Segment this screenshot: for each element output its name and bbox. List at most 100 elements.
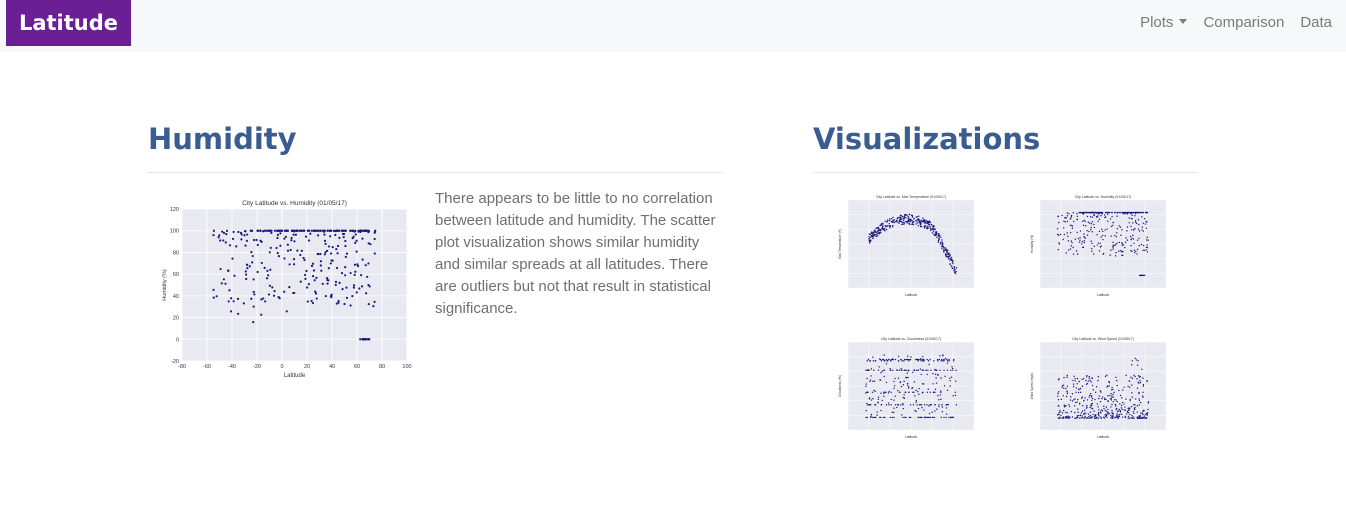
data-point [1086, 229, 1088, 232]
data-point [925, 369, 927, 371]
data-point [296, 249, 299, 252]
data-point [324, 242, 327, 245]
data-point [1067, 415, 1070, 418]
data-point [924, 416, 927, 419]
data-point [1134, 375, 1136, 378]
data-point [1075, 250, 1078, 252]
data-point [866, 402, 868, 405]
data-point [1083, 219, 1085, 222]
data-point [288, 286, 291, 289]
data-point [322, 230, 326, 233]
data-point [1142, 222, 1144, 224]
data-point [1096, 234, 1098, 236]
data-point [944, 248, 946, 250]
data-point [1098, 395, 1100, 397]
humidity-plot[interactable]: City Latitude vs. Humidity (01/05/17) -80… [160, 195, 415, 385]
data-point [1093, 226, 1096, 229]
data-point [1120, 407, 1123, 409]
data-point [1112, 417, 1114, 419]
data-point [265, 277, 269, 280]
data-point [279, 244, 282, 247]
data-point [885, 363, 888, 365]
nav-comparison-link[interactable]: Comparison [1203, 14, 1284, 31]
data-point [1088, 230, 1090, 233]
data-point [942, 247, 945, 249]
data-point [1112, 393, 1114, 396]
data-point [903, 369, 905, 371]
data-point [873, 369, 875, 371]
data-point [1133, 417, 1135, 419]
data-point [222, 239, 225, 242]
data-point [1106, 374, 1108, 377]
data-point [1138, 392, 1140, 395]
thumbnail-cloudiness[interactable]: City Latitude vs. Cloudiness (01/05/17) L… [836, 334, 978, 442]
data-point [1133, 412, 1135, 414]
data-point [345, 296, 349, 299]
data-point [939, 355, 941, 357]
brand-link[interactable]: Latitude [6, 0, 131, 46]
data-point [1130, 213, 1132, 215]
data-point [1115, 407, 1118, 410]
data-point [1118, 250, 1120, 252]
nav-data-link[interactable]: Data [1300, 14, 1332, 31]
data-point [905, 221, 907, 223]
thumbnail-temperature[interactable]: City Latitude vs. Max Temperature (01/05… [836, 192, 978, 300]
data-point [270, 231, 273, 234]
data-point [897, 360, 900, 362]
data-point [946, 389, 949, 391]
data-point [1098, 218, 1101, 221]
data-point [932, 383, 934, 385]
data-point [212, 288, 215, 291]
data-point [224, 282, 227, 285]
data-point [890, 391, 892, 393]
data-point [905, 416, 907, 419]
data-point [1131, 392, 1133, 394]
data-point [904, 358, 906, 361]
data-point [240, 238, 243, 241]
data-point [267, 274, 270, 277]
data-point [1124, 409, 1127, 411]
data-point [869, 379, 872, 381]
humidity-plot-svg: City Latitude vs. Humidity (01/05/17) -80… [162, 200, 412, 379]
data-point [888, 225, 891, 227]
data-point [916, 358, 919, 361]
data-point [1125, 374, 1127, 377]
data-point [906, 358, 909, 361]
data-point [314, 290, 317, 293]
data-point [1086, 215, 1089, 218]
data-point [292, 291, 295, 295]
data-point [918, 219, 920, 222]
data-point [252, 238, 256, 242]
data-point [229, 310, 233, 313]
data-point [947, 249, 949, 251]
nav-plots-dropdown[interactable]: Plots [1140, 14, 1188, 31]
data-point [883, 360, 886, 362]
data-point [1132, 417, 1134, 419]
data-point [1091, 248, 1093, 250]
data-point [1085, 379, 1087, 382]
data-point [949, 380, 951, 382]
data-point [215, 295, 218, 298]
data-point [300, 249, 303, 252]
data-point [249, 229, 253, 232]
data-point [1128, 217, 1130, 219]
data-point [328, 229, 331, 232]
data-point [890, 398, 892, 401]
data-point [1111, 395, 1113, 397]
thumbnail-humidity[interactable]: City Latitude vs. Humidity (01/05/17) Lat… [1028, 192, 1170, 300]
thumbnail-wind-speed[interactable]: City Latitude vs. Wind Speed (01/05/17) L… [1028, 334, 1170, 442]
data-point [1070, 410, 1073, 413]
data-point [271, 286, 274, 289]
data-point [901, 216, 904, 218]
data-point [1115, 243, 1117, 246]
data-point [1112, 241, 1114, 244]
data-point [882, 416, 885, 419]
x-axis-label: Latitude [905, 435, 918, 439]
data-point [908, 213, 910, 216]
data-point [927, 225, 929, 228]
data-point [1076, 383, 1078, 385]
data-point [892, 216, 894, 219]
x-tick-label: 0 [280, 364, 283, 370]
data-point [893, 387, 895, 390]
data-point [1081, 241, 1084, 243]
